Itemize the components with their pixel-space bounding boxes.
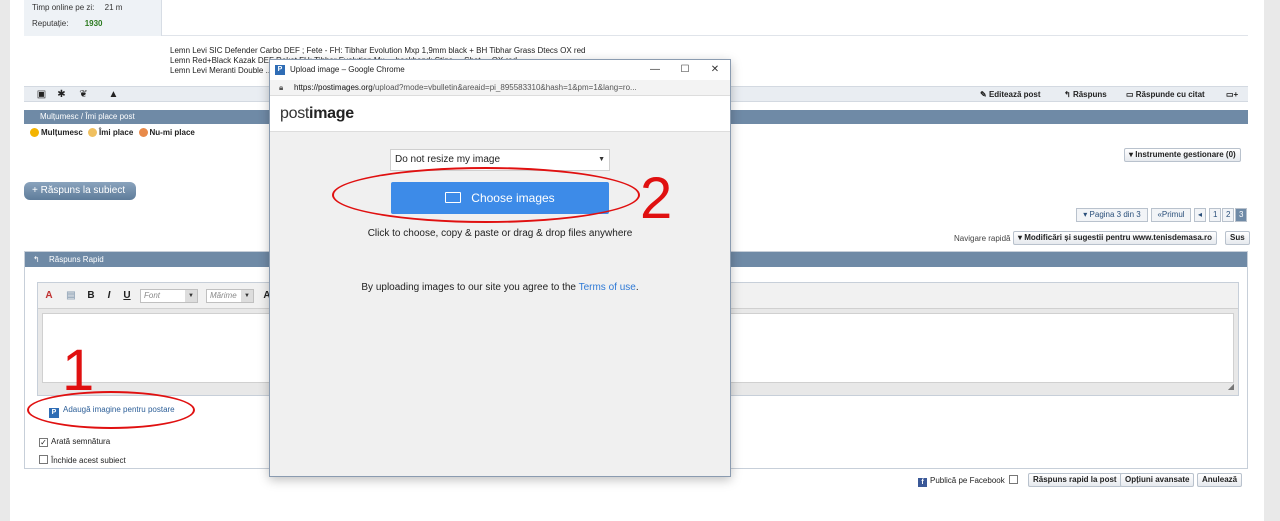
font-select[interactable]: Font ▼ [140, 289, 198, 303]
dislike-button[interactable]: Nu-mi place [138, 128, 195, 137]
chevron-down-icon: ▼ [241, 290, 253, 302]
annotation-number-2: 2 [640, 166, 673, 231]
checkbox-icon [39, 455, 48, 464]
cancel-button[interactable]: Anulează [1197, 473, 1243, 487]
report-icon[interactable]: ▣ [36, 89, 47, 100]
remove-format-icon[interactable]: A [42, 289, 56, 303]
thumbs-icon[interactable]: ❦ [78, 89, 89, 100]
popup-titlebar: P Upload image – Google Chrome — ☐ ✕ [270, 60, 730, 80]
user-info-panel: Timp online pe zi: 21 m Reputație: 1930 [24, 0, 162, 36]
minimize-icon[interactable]: — [640, 60, 670, 80]
reply-quote-button[interactable]: ▭ Răspunde cu citat [1126, 90, 1205, 99]
post-body [162, 0, 1248, 36]
dislike-icon [138, 128, 148, 137]
reply-arrow-icon: ↰ [33, 255, 40, 264]
page-link-2[interactable]: 2 [1222, 208, 1234, 222]
star-icon[interactable]: ✱ [56, 89, 67, 100]
bold-button[interactable]: B [84, 289, 98, 303]
quicknav-label: Navigare rapidă [954, 234, 1011, 243]
upload-popup-window: P Upload image – Google Chrome — ☐ ✕ 🔒︎ … [269, 59, 731, 477]
chevron-down-icon: ▼ [598, 156, 605, 163]
close-topic-checkbox[interactable]: Închide acest subiect [39, 455, 126, 465]
reply-button[interactable]: ↰ Răspuns [1064, 90, 1107, 99]
address-bar[interactable]: 🔒︎ https://postimages.org/upload?mode=vb… [270, 80, 730, 96]
admin-tools-button[interactable]: ▾ Instrumente gestionare (0) [1124, 148, 1241, 162]
maximize-icon[interactable]: ☐ [670, 60, 700, 80]
close-icon[interactable]: ✕ [700, 60, 730, 80]
quicknav-select[interactable]: ▾ Modificări și sugestii pentru www.teni… [1013, 231, 1217, 245]
terms-notice: By uploading images to our site you agre… [361, 282, 639, 293]
first-page-link[interactable]: «Primul [1151, 208, 1191, 222]
smile-icon [30, 128, 39, 137]
italic-button[interactable]: I [102, 289, 116, 303]
terms-of-use-link[interactable]: Terms of use [579, 282, 636, 293]
advanced-options-button[interactable]: Opțiuni avansate [1120, 473, 1195, 487]
online-time: Timp online pe zi: 21 m [32, 3, 123, 12]
facebook-publish[interactable]: f Publică pe Facebook [918, 475, 1018, 487]
paste-icon[interactable]: ▤ [64, 289, 78, 303]
like-icon [88, 128, 98, 137]
reply-to-topic-button[interactable]: + Răspuns la subiect [24, 182, 136, 200]
underline-button[interactable]: U [120, 289, 134, 303]
show-signature-checkbox[interactable]: ✓ Arată semnătura [39, 437, 110, 447]
multiquote-icon[interactable]: ▭+ [1226, 90, 1238, 99]
prev-page-link[interactable]: ◂ [1194, 208, 1206, 222]
lock-icon: 🔒︎ [279, 83, 284, 92]
annotation-ellipse-1 [27, 391, 195, 429]
postimage-logo[interactable]: postimage [280, 105, 354, 123]
thanks-button[interactable]: Mulțumesc [30, 128, 83, 137]
warning-icon[interactable]: ▲ [108, 89, 119, 100]
resize-grip-icon[interactable]: ◢ [1228, 382, 1234, 391]
like-button[interactable]: Îmi place [88, 128, 133, 137]
checkbox-icon[interactable] [1008, 475, 1018, 484]
quick-post-button[interactable]: Răspuns rapid la post [1028, 473, 1122, 487]
annotation-ellipse-2 [332, 167, 640, 223]
postimage-header: postimage [270, 96, 730, 132]
facebook-icon: f [918, 478, 927, 487]
page-link-1[interactable]: 1 [1209, 208, 1221, 222]
chevron-down-icon: ▼ [185, 290, 197, 302]
page-info[interactable]: ▾ Pagina 3 din 3 [1076, 208, 1148, 222]
page-link-3[interactable]: 3 [1235, 208, 1247, 222]
go-up-button[interactable]: Sus [1225, 231, 1250, 245]
postimage-favicon-icon: P [275, 65, 285, 75]
checkbox-checked-icon: ✓ [39, 438, 48, 447]
edit-post-button[interactable]: ✎ Editează post [980, 90, 1041, 99]
size-select[interactable]: Mărime ▼ [206, 289, 254, 303]
thanks-row: Mulțumesc Îmi place Nu-mi place [30, 128, 195, 137]
reputation: Reputație: 1930 [32, 19, 103, 28]
